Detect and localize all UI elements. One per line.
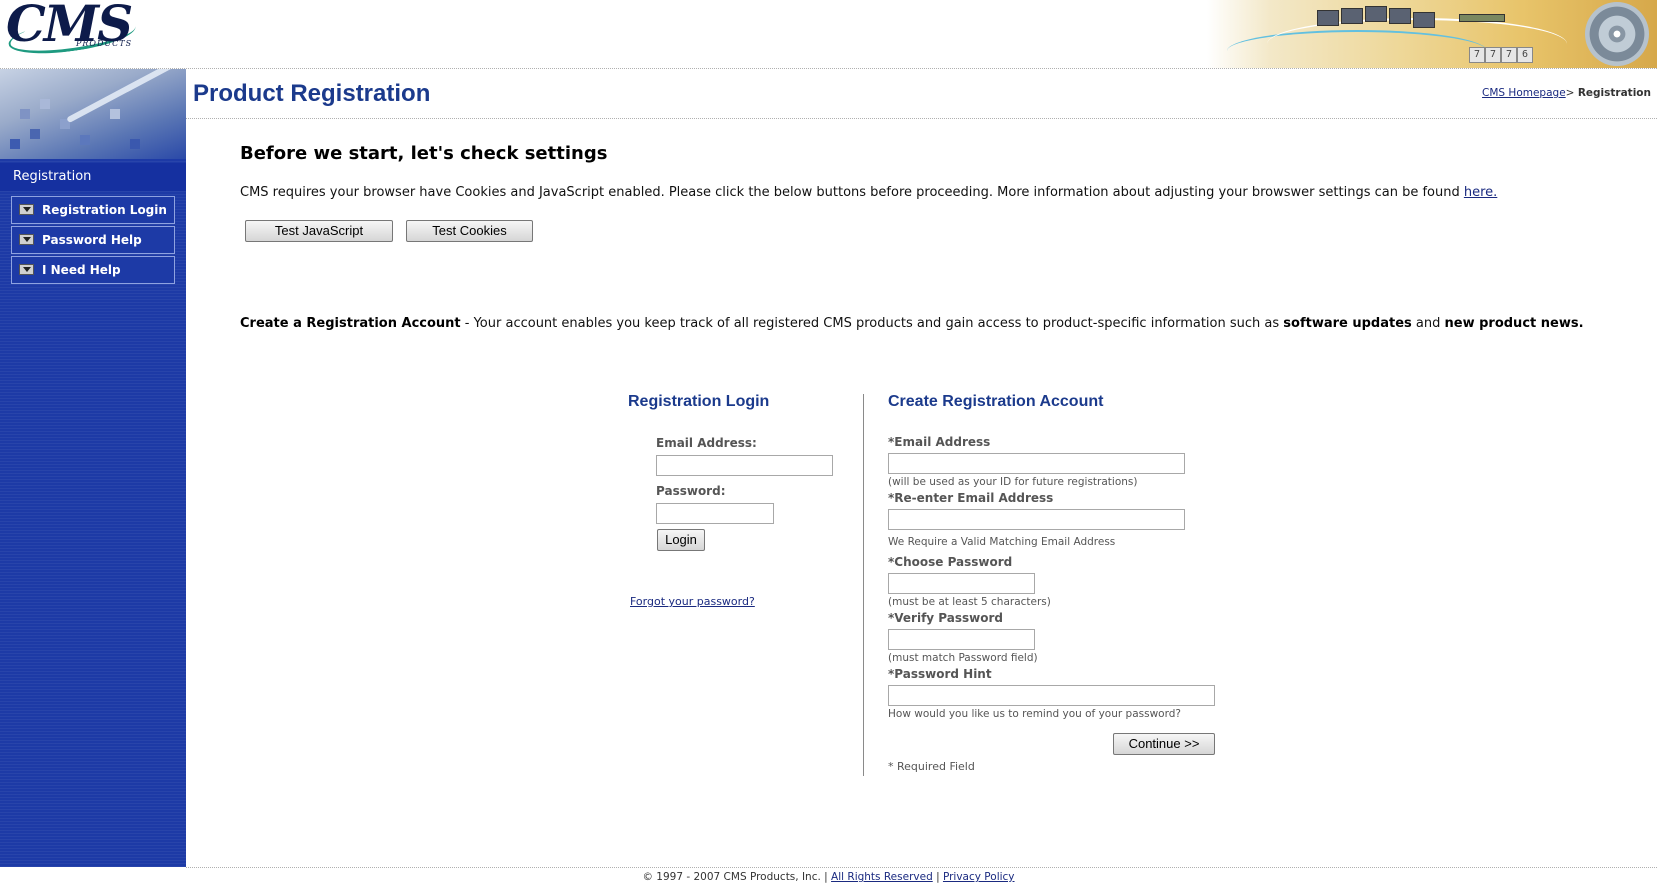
test-javascript-button[interactable]: Test JavaScript: [245, 220, 393, 242]
footer-separator: |: [932, 871, 943, 883]
settings-check-text: CMS requires your browser have Cookies a…: [240, 185, 1497, 200]
sidebar-section-title: Registration: [0, 163, 186, 191]
verify-password-hint: (must match Password field): [888, 652, 1038, 664]
browser-settings-help-link[interactable]: here.: [1464, 185, 1497, 200]
cms-logo[interactable]: CMS PRODUCTS: [6, 0, 138, 60]
footer-copyright: © 1997 - 2007 CMS Products, Inc. |: [642, 871, 832, 883]
choose-password-hint: (must be at least 5 characters): [888, 596, 1051, 608]
login-heading: Registration Login: [628, 393, 770, 410]
dropdown-arrow-icon: [19, 234, 34, 245]
verify-password-label: *Verify Password: [888, 611, 1003, 625]
column-divider: [863, 394, 864, 776]
page-title: Product Registration: [193, 80, 431, 107]
sidebar-pixel: [110, 109, 120, 119]
footer-divider: [186, 867, 1657, 868]
banner-film-frame: [1389, 8, 1411, 24]
password-hint-label: *Password Hint: [888, 667, 992, 681]
verify-password-input[interactable]: [888, 629, 1035, 650]
banner-disc: [1585, 2, 1649, 66]
breadcrumb-current: Registration: [1577, 87, 1651, 99]
test-cookies-button[interactable]: Test Cookies: [406, 220, 533, 242]
create-email-label: *Email Address: [888, 435, 991, 449]
intro-text: - Your account enables you keep track of…: [460, 316, 1284, 331]
sidebar-item-label: Registration Login: [42, 203, 167, 217]
dropdown-arrow-icon: [19, 264, 34, 275]
site-header: CMS PRODUCTS 7 7 7 6: [0, 0, 1657, 68]
sidebar-item-i-need-help[interactable]: I Need Help: [11, 256, 175, 284]
dropdown-arrow-icon: [19, 204, 34, 215]
breadcrumb-home-link[interactable]: CMS Homepage: [1482, 87, 1566, 99]
privacy-policy-link[interactable]: Privacy Policy: [943, 871, 1015, 883]
banner-digit: 7: [1501, 47, 1517, 63]
banner-film-frame: [1317, 10, 1339, 26]
breadcrumb: CMS Homepage> Registration: [1482, 87, 1651, 99]
banner-digit: 7: [1485, 47, 1501, 63]
intro-text: and: [1411, 316, 1445, 331]
sidebar-pen: [66, 69, 184, 124]
password-hint-hint: How would you like us to remind you of y…: [888, 708, 1181, 720]
sidebar-item-label: Password Help: [42, 233, 142, 247]
title-divider: [186, 118, 1657, 119]
banner-film-frame: [1365, 6, 1387, 22]
sidebar-item-password-help[interactable]: Password Help: [11, 226, 175, 254]
continue-button[interactable]: Continue >>: [1113, 733, 1215, 755]
header-divider: [0, 68, 1657, 69]
banner-digit: 7: [1469, 47, 1485, 63]
footer: © 1997 - 2007 CMS Products, Inc. | All R…: [0, 871, 1657, 883]
create-email-hint: (will be used as your ID for future regi…: [888, 476, 1138, 488]
sidebar-item-label: I Need Help: [42, 263, 121, 277]
sidebar-pixel: [40, 99, 50, 109]
password-hint-input[interactable]: [888, 685, 1215, 706]
sidebar-pixel: [130, 139, 140, 149]
sidebar-pixel: [80, 135, 90, 145]
sidebar-pixel: [20, 109, 30, 119]
settings-check-description: CMS requires your browser have Cookies a…: [240, 185, 1464, 200]
login-password-input[interactable]: [656, 503, 774, 524]
banner-film-frame: [1413, 12, 1435, 28]
sidebar-pixel: [10, 139, 20, 149]
login-button[interactable]: Login: [657, 529, 705, 551]
sidebar-graphic: [0, 69, 186, 159]
breadcrumb-separator: >: [1565, 87, 1575, 99]
create-email-input[interactable]: [888, 453, 1185, 474]
account-intro-text: Create a Registration Account - Your acc…: [240, 316, 1584, 331]
login-email-input[interactable]: [656, 455, 833, 476]
banner-circuit: [1459, 14, 1505, 22]
reenter-email-label: *Re-enter Email Address: [888, 491, 1054, 505]
sidebar-pixel: [30, 129, 40, 139]
intro-bold-software-updates: software updates: [1283, 316, 1412, 331]
banner-digit: 6: [1517, 47, 1533, 63]
settings-check-heading: Before we start, let's check settings: [240, 143, 608, 164]
all-rights-reserved-link[interactable]: All Rights Reserved: [831, 871, 933, 883]
sidebar: Registration Registration Login Password…: [0, 69, 186, 867]
forgot-password-link[interactable]: Forgot your password?: [630, 595, 755, 608]
banner-film-frame: [1341, 8, 1363, 24]
required-field-note: * Required Field: [888, 760, 975, 773]
intro-bold-lead: Create a Registration Account: [240, 316, 461, 331]
reenter-email-input[interactable]: [888, 509, 1185, 530]
create-account-heading: Create Registration Account: [888, 393, 1104, 410]
sidebar-item-registration-login[interactable]: Registration Login: [11, 196, 175, 224]
login-email-label: Email Address:: [656, 436, 757, 450]
logo-subtext: PRODUCTS: [76, 39, 133, 48]
intro-bold-new-product-news: new product news.: [1444, 316, 1584, 331]
header-banner-image: 7 7 7 6: [1207, 0, 1657, 68]
login-password-label: Password:: [656, 484, 726, 498]
reenter-email-hint: We Require a Valid Matching Email Addres…: [888, 536, 1116, 548]
choose-password-input[interactable]: [888, 573, 1035, 594]
choose-password-label: *Choose Password: [888, 555, 1013, 569]
